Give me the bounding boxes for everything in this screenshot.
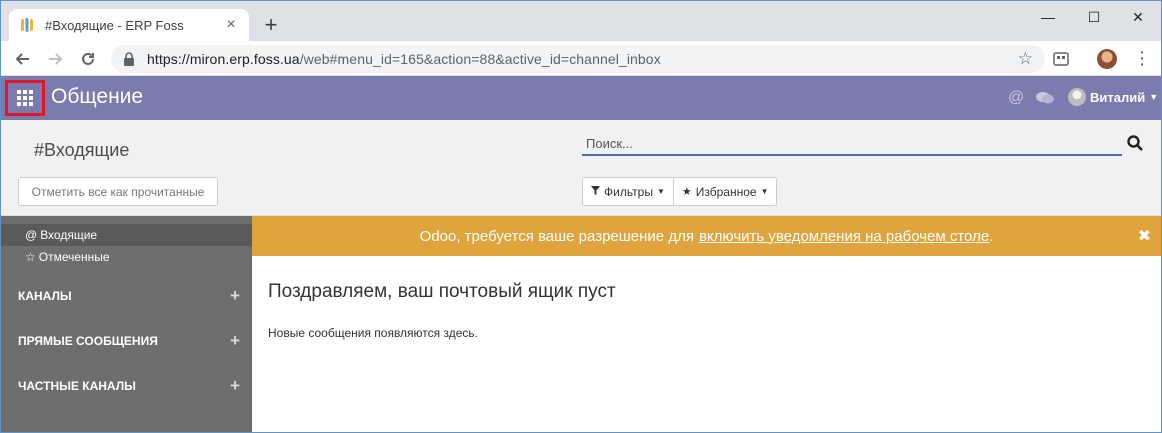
- new-tab-button[interactable]: +: [259, 13, 283, 37]
- close-icon[interactable]: ✖: [1138, 226, 1151, 246]
- bookmark-star-icon[interactable]: ☆: [1018, 49, 1033, 69]
- sidebar-item-label: Отмеченные: [38, 250, 110, 264]
- browser-tab[interactable]: #Входящие - ERP Foss ×: [9, 9, 249, 41]
- arrow-left-icon: [15, 53, 29, 65]
- filters-button[interactable]: Фильтры ▼: [582, 177, 674, 206]
- maximize-button[interactable]: ☐: [1071, 1, 1117, 33]
- caret-down-icon: ▼: [656, 187, 665, 196]
- notification-banner: Odoo, требуется ваше разрешение для вклю…: [252, 216, 1161, 256]
- at-icon: @: [25, 228, 38, 242]
- filter-icon: [591, 185, 600, 198]
- forward-button[interactable]: [43, 47, 67, 71]
- mark-all-read-button[interactable]: Отметить все как прочитанные: [18, 177, 218, 206]
- url-path: /web#menu_id=165&action=88&active_id=cha…: [299, 51, 661, 67]
- notification-text: Odoo, требуется ваше разрешение для: [419, 227, 694, 245]
- add-direct-message-icon[interactable]: +: [230, 331, 240, 351]
- user-name: Виталий: [1090, 89, 1146, 105]
- enable-notifications-link[interactable]: включить уведомления на рабочем столе: [699, 228, 989, 245]
- sidebar-section-private-channels[interactable]: ЧАСТНЫЕ КАНАЛЫ +: [1, 374, 252, 398]
- profile-avatar[interactable]: [1097, 49, 1117, 69]
- url-host: https://miron.erp.foss.ua: [147, 51, 300, 67]
- add-private-channel-icon[interactable]: +: [230, 376, 240, 396]
- section-label: ЧАСТНЫЕ КАНАЛЫ: [18, 379, 136, 393]
- odoo-favicon-icon: [19, 17, 35, 33]
- apps-menu-button[interactable]: [5, 80, 45, 116]
- user-menu[interactable]: Виталий ▼: [1068, 88, 1158, 106]
- add-channel-icon[interactable]: +: [230, 286, 240, 306]
- sidebar-item-inbox[interactable]: @ Входящие: [1, 224, 252, 246]
- tab-title: #Входящие - ERP Foss: [45, 17, 184, 33]
- minimize-button[interactable]: —: [1025, 1, 1071, 33]
- breadcrumb: #Входящие: [34, 140, 130, 160]
- search-options: Фильтры ▼ ★ Избранное ▼: [582, 177, 778, 206]
- apps-grid-icon: [17, 90, 33, 106]
- filters-label: Фильтры: [604, 184, 653, 199]
- caret-down-icon: ▼: [760, 187, 769, 196]
- back-button[interactable]: [11, 47, 35, 71]
- empty-inbox-title: Поздравляем, ваш почтовый ящик пуст: [268, 281, 616, 302]
- reload-icon: [82, 52, 94, 65]
- tab-close-icon[interactable]: ×: [223, 17, 239, 33]
- favorites-button[interactable]: ★ Избранное ▼: [673, 177, 778, 206]
- search-box: [582, 132, 1147, 158]
- browser-menu-icon[interactable]: ⋮: [1133, 47, 1151, 71]
- favorites-label: Избранное: [695, 184, 757, 199]
- mention-icon[interactable]: @: [1008, 89, 1024, 107]
- extension-icon[interactable]: [1053, 51, 1069, 67]
- star-icon: ★: [681, 186, 692, 198]
- arrow-right-icon: [49, 53, 63, 65]
- browser-toolbar: https://miron.erp.foss.ua/web#menu_id=16…: [1, 41, 1161, 76]
- reload-button[interactable]: [76, 47, 100, 71]
- browser-window: #Входящие - ERP Foss × + — ☐ ✕ https://m…: [0, 0, 1162, 433]
- url-text: https://miron.erp.foss.ua/web#menu_id=16…: [147, 51, 661, 67]
- address-bar[interactable]: https://miron.erp.foss.ua/web#menu_id=16…: [111, 45, 1045, 73]
- section-label: КАНАЛЫ: [18, 289, 72, 303]
- star-outline-icon: ☆: [25, 250, 36, 264]
- lock-icon: [123, 52, 137, 66]
- search-icon[interactable]: [1126, 134, 1144, 152]
- sidebar-item-starred[interactable]: ☆ Отмеченные: [1, 246, 252, 268]
- notification-suffix: .: [989, 227, 994, 245]
- sidebar-section-channels[interactable]: КАНАЛЫ +: [1, 284, 252, 308]
- close-window-button[interactable]: ✕: [1115, 1, 1161, 33]
- sidebar-item-label: Входящие: [40, 228, 98, 242]
- odoo-navbar: Общение @ Виталий ▼: [1, 76, 1161, 120]
- tab-strip: #Входящие - ERP Foss × + — ☐ ✕: [1, 1, 1161, 41]
- app-title: Общение: [51, 85, 144, 108]
- sidebar-section-direct-messages[interactable]: ПРЯМЫЕ СООБЩЕНИЯ +: [1, 329, 252, 353]
- user-avatar: [1068, 88, 1086, 106]
- chat-icon[interactable]: [1036, 91, 1054, 110]
- main-content: Odoo, требуется ваше разрешение для вклю…: [252, 216, 1161, 432]
- search-input[interactable]: [582, 132, 1122, 156]
- section-label: ПРЯМЫЕ СООБЩЕНИЯ: [18, 334, 158, 348]
- control-panel: #Входящие Отметить все как прочитанные Ф…: [1, 120, 1161, 216]
- discuss-sidebar: @ Входящие ☆ Отмеченные КАНАЛЫ + ПРЯМЫЕ …: [1, 216, 252, 432]
- empty-inbox-subtitle: Новые сообщения появляются здесь.: [268, 326, 478, 340]
- caret-down-icon: ▼: [1149, 92, 1159, 102]
